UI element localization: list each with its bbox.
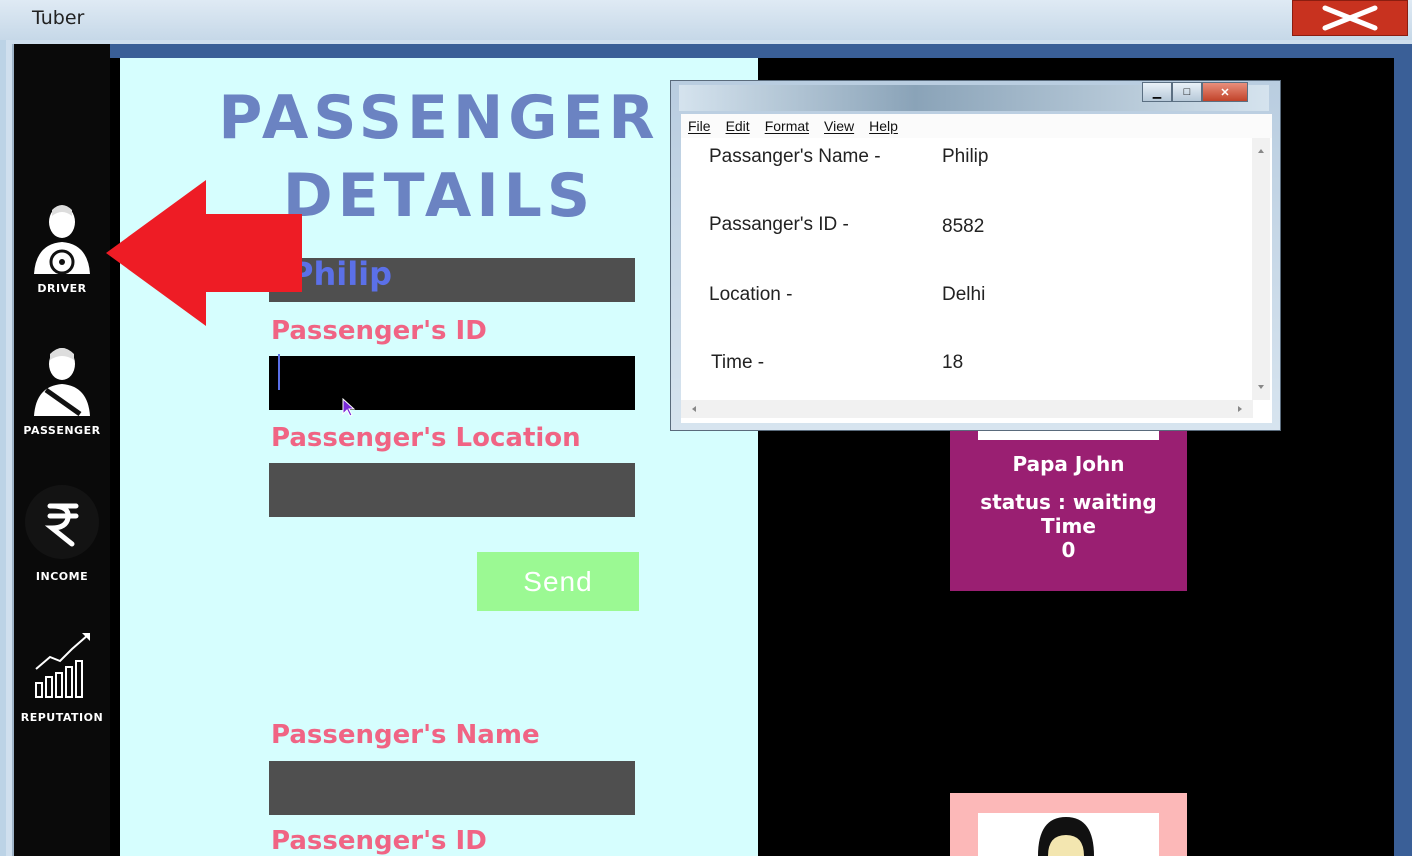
avatar-icon: [1038, 817, 1094, 856]
window-close-button[interactable]: [1292, 0, 1408, 36]
sidebar-item-income[interactable]: INCOME: [14, 484, 110, 583]
card-status: status : waiting: [980, 490, 1157, 514]
notepad-window-controls: ▁ □ ✕: [1142, 82, 1248, 104]
passenger-location-input[interactable]: [269, 463, 635, 517]
sidebar-item-label: INCOME: [35, 570, 89, 583]
menu-file[interactable]: File: [688, 118, 711, 134]
passenger-icon: [34, 348, 90, 416]
passenger-name-label-2: Passenger's Name: [271, 720, 540, 750]
minimize-icon: ▁: [1152, 86, 1162, 99]
sidebar-item-reputation[interactable]: REPUTATION: [14, 629, 110, 724]
passenger-id-label: Passenger's ID: [271, 316, 487, 346]
scroll-down-icon: [1258, 385, 1264, 389]
driver-card[interactable]: [950, 793, 1187, 856]
scroll-right-icon: [1238, 406, 1242, 412]
window-titlebar: Tuber: [0, 0, 1412, 40]
row-value: Philip: [942, 146, 989, 167]
sidebar-item-label: PASSENGER: [23, 424, 101, 437]
card-time-value: 0: [1061, 538, 1076, 562]
menu-edit[interactable]: Edit: [726, 118, 750, 134]
passenger-name-input-2[interactable]: [269, 761, 635, 815]
card-driver-name: Papa John: [1012, 452, 1125, 476]
notepad-vertical-scrollbar[interactable]: [1252, 138, 1270, 400]
notepad-text-area[interactable]: Passanger's Name - Philip Passanger's ID…: [681, 138, 1272, 423]
driver-status-card[interactable]: Papa John status : waiting Time 0: [950, 420, 1187, 591]
driver-icon: [34, 205, 90, 274]
sidebar-item-passenger[interactable]: PASSENGER: [14, 344, 110, 437]
scroll-left-icon: [692, 406, 696, 412]
text-caret: [278, 354, 280, 390]
row-key: Location -: [709, 284, 793, 305]
rupee-icon: [25, 485, 99, 559]
passenger-name-value: Philip: [290, 255, 393, 293]
sidebar-item-label: DRIVER: [37, 282, 87, 295]
app-title: Tuber: [32, 7, 85, 29]
mouse-cursor-icon: [342, 398, 356, 417]
page-title-line1: PASSENGER: [218, 83, 660, 153]
chart-icon: [35, 633, 90, 698]
row-value: 8582: [942, 216, 985, 237]
menu-help[interactable]: Help: [869, 118, 898, 134]
passenger-id-label-2: Passenger's ID: [271, 826, 487, 856]
sidebar-item-label: REPUTATION: [20, 711, 104, 724]
sidebar: DRIVER PASSENGER INCOME REPUTATION: [14, 44, 110, 856]
red-arrow-icon: [106, 180, 302, 326]
row-key: Passanger's Name -: [709, 146, 881, 167]
menu-format[interactable]: Format: [765, 118, 809, 134]
row-value: Delhi: [942, 284, 986, 305]
card-time-label: Time: [1041, 514, 1096, 538]
minimize-button[interactable]: ▁: [1142, 82, 1172, 102]
send-button[interactable]: Send: [477, 552, 639, 611]
top-border: [110, 44, 1400, 58]
notepad-close-button[interactable]: ✕: [1202, 82, 1248, 102]
sidebar-item-driver[interactable]: DRIVER: [14, 202, 110, 295]
close-icon: ✕: [1220, 86, 1230, 99]
notepad-menubar: File Edit Format View Help: [681, 114, 1272, 138]
row-value: 18: [942, 352, 964, 373]
maximize-icon: □: [1183, 86, 1191, 98]
maximize-button[interactable]: □: [1172, 82, 1202, 102]
row-key: Passanger's ID -: [709, 214, 849, 235]
notepad-horizontal-scrollbar[interactable]: [681, 400, 1253, 418]
row-key: Time -: [711, 352, 765, 373]
right-border: [1394, 44, 1412, 856]
scroll-up-icon: [1258, 149, 1264, 153]
close-icon: [1322, 5, 1378, 31]
passenger-location-label: Passenger's Location: [271, 423, 581, 453]
card-image: [978, 813, 1159, 856]
menu-view[interactable]: View: [824, 118, 854, 134]
passenger-id-input[interactable]: [269, 356, 635, 410]
